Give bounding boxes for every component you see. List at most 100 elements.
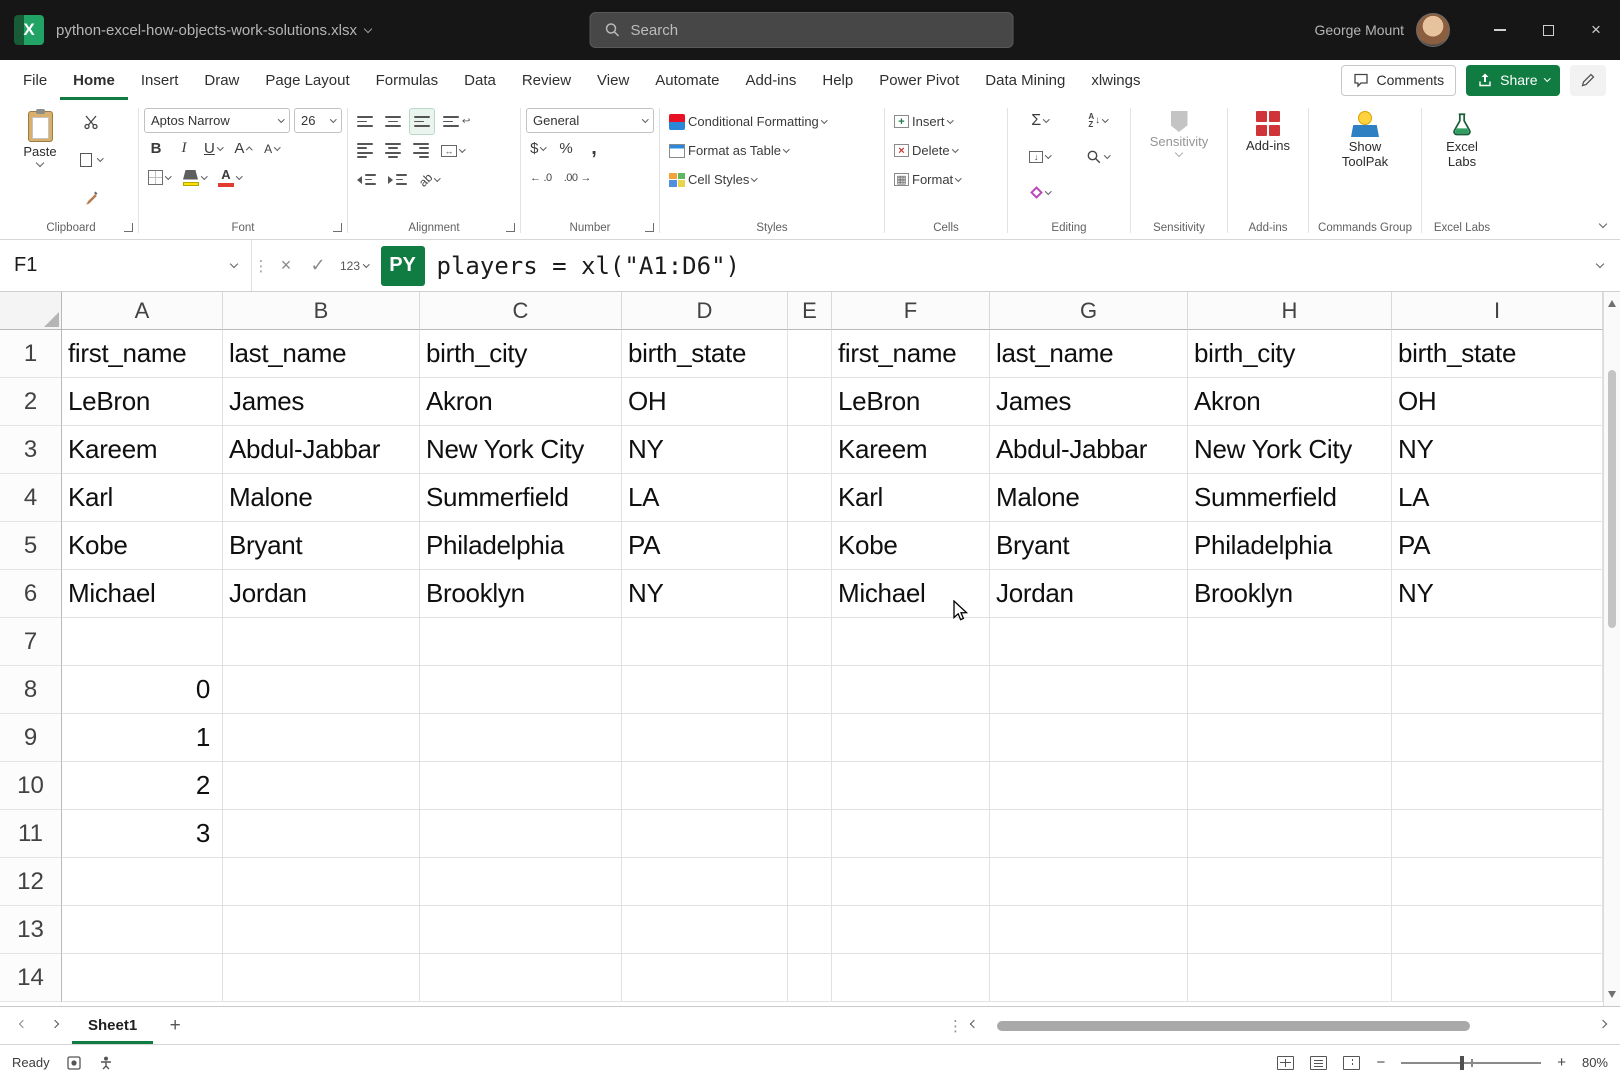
scroll-down-arrow-icon[interactable] [1608, 991, 1616, 998]
cell-E14[interactable] [788, 954, 832, 1002]
cell-D2[interactable]: OH [622, 378, 788, 426]
ribbon-tab-xlwings[interactable]: xlwings [1078, 60, 1153, 100]
cell-C2[interactable]: Akron [420, 378, 622, 426]
cell-A13[interactable] [62, 906, 223, 954]
cell-D4[interactable]: LA [622, 474, 788, 522]
cell-I4[interactable]: LA [1392, 474, 1603, 522]
ribbon-tab-data-mining[interactable]: Data Mining [972, 60, 1078, 100]
cell-I11[interactable] [1392, 810, 1603, 858]
cell-D7[interactable] [622, 618, 788, 666]
cell-I3[interactable]: NY [1392, 426, 1603, 474]
cell-E8[interactable] [788, 666, 832, 714]
column-header-H[interactable]: H [1188, 292, 1392, 330]
cell-H6[interactable]: Brooklyn [1188, 570, 1392, 618]
cell-D12[interactable] [622, 858, 788, 906]
comments-button[interactable]: Comments [1341, 65, 1456, 96]
comma-style-button[interactable]: , [582, 135, 606, 162]
ribbon-tab-data[interactable]: Data [451, 60, 509, 100]
delete-cells-chevron-icon[interactable] [952, 146, 958, 152]
excel-app-icon[interactable]: X [14, 15, 44, 45]
column-header-F[interactable]: F [832, 292, 990, 330]
cell-C13[interactable] [420, 906, 622, 954]
cell-styles-chevron-icon[interactable] [751, 175, 757, 181]
row-header-12[interactable]: 12 [0, 858, 62, 906]
cell-A7[interactable] [62, 618, 223, 666]
fill-color-button[interactable] [179, 164, 211, 191]
zoom-level[interactable]: 80% [1582, 1055, 1608, 1070]
cell-A3[interactable]: Kareem [62, 426, 223, 474]
cell-I14[interactable] [1392, 954, 1603, 1002]
cell-F13[interactable] [832, 906, 990, 954]
accessibility-icon[interactable] [98, 1055, 114, 1071]
cut-button[interactable] [76, 108, 107, 135]
column-header-I[interactable]: I [1392, 292, 1603, 330]
cell-G7[interactable] [990, 618, 1188, 666]
find-select-button[interactable] [1071, 143, 1125, 170]
cell-F1[interactable]: first_name [832, 330, 990, 378]
underline-chevron-icon[interactable] [217, 144, 223, 150]
cell-H14[interactable] [1188, 954, 1392, 1002]
font-name-select[interactable]: Aptos Narrow [144, 108, 290, 133]
cell-A9[interactable]: 1 [62, 714, 223, 762]
fill-chevron-icon[interactable] [1045, 152, 1051, 158]
cell-A11[interactable]: 3 [62, 810, 223, 858]
alignment-dialog-launcher[interactable] [506, 223, 515, 232]
scroll-up-arrow-icon[interactable] [1608, 300, 1616, 307]
align-left-button[interactable] [353, 137, 377, 164]
align-top-button[interactable] [353, 108, 377, 135]
cell-H3[interactable]: New York City [1188, 426, 1392, 474]
ribbon-tab-draw[interactable]: Draw [191, 60, 252, 100]
excel-labs-button[interactable]: Excel Labs [1427, 104, 1497, 217]
sheet-nav-left-button[interactable] [8, 1007, 38, 1044]
cell-E11[interactable] [788, 810, 832, 858]
formula-bar-expand-button[interactable] [1580, 264, 1620, 267]
horizontal-scroll-track[interactable] [985, 1007, 1592, 1044]
cell-H13[interactable] [1188, 906, 1392, 954]
minimize-button[interactable] [1476, 0, 1524, 60]
row-header-3[interactable]: 3 [0, 426, 62, 474]
grow-font-button[interactable]: A [230, 135, 256, 162]
ribbon-tab-review[interactable]: Review [509, 60, 584, 100]
font-color-chevron-icon[interactable] [236, 173, 242, 179]
cell-E1[interactable] [788, 330, 832, 378]
cell-H1[interactable]: birth_city [1188, 330, 1392, 378]
ribbon-tab-insert[interactable]: Insert [128, 60, 192, 100]
cell-G6[interactable]: Jordan [990, 570, 1188, 618]
sheet-nav-right-button[interactable] [40, 1007, 70, 1044]
cell-C5[interactable]: Philadelphia [420, 522, 622, 570]
merge-chevron-icon[interactable] [459, 146, 465, 152]
cell-I12[interactable] [1392, 858, 1603, 906]
cell-B4[interactable]: Malone [223, 474, 420, 522]
add-sheet-button[interactable]: + [155, 1007, 195, 1044]
cell-C1[interactable]: birth_city [420, 330, 622, 378]
name-box-chevron-icon[interactable] [230, 260, 238, 268]
cell-H11[interactable] [1188, 810, 1392, 858]
cell-F3[interactable]: Kareem [832, 426, 990, 474]
sheet-scroll-divider-icon[interactable]: ⋮ [948, 1017, 963, 1035]
zoom-slider[interactable] [1401, 1062, 1541, 1064]
cell-F8[interactable] [832, 666, 990, 714]
cell-D6[interactable]: NY [622, 570, 788, 618]
cell-I5[interactable]: PA [1392, 522, 1603, 570]
cell-D1[interactable]: birth_state [622, 330, 788, 378]
delete-cells-button[interactable]: ×Delete [890, 137, 961, 164]
cell-F4[interactable]: Karl [832, 474, 990, 522]
cell-B9[interactable] [223, 714, 420, 762]
cell-H4[interactable]: Summerfield [1188, 474, 1392, 522]
show-toolpak-button[interactable]: Show ToolPak [1314, 104, 1416, 217]
decrease-indent-button[interactable] [353, 166, 380, 193]
cell-B5[interactable]: Bryant [223, 522, 420, 570]
cell-H2[interactable]: Akron [1188, 378, 1392, 426]
formula-input[interactable]: players = xl("A1:D6") [437, 252, 1580, 280]
cell-F11[interactable] [832, 810, 990, 858]
cell-I9[interactable] [1392, 714, 1603, 762]
fill-button[interactable]: ↓ [1013, 143, 1067, 170]
hscroll-left-arrow-icon[interactable] [970, 1020, 978, 1028]
horizontal-scrollbar[interactable]: ⋮ [948, 1007, 1612, 1044]
cell-E13[interactable] [788, 906, 832, 954]
cell-B7[interactable] [223, 618, 420, 666]
title-dropdown-chevron-icon[interactable] [364, 24, 372, 32]
cell-F10[interactable] [832, 762, 990, 810]
column-header-D[interactable]: D [622, 292, 788, 330]
cell-H7[interactable] [1188, 618, 1392, 666]
